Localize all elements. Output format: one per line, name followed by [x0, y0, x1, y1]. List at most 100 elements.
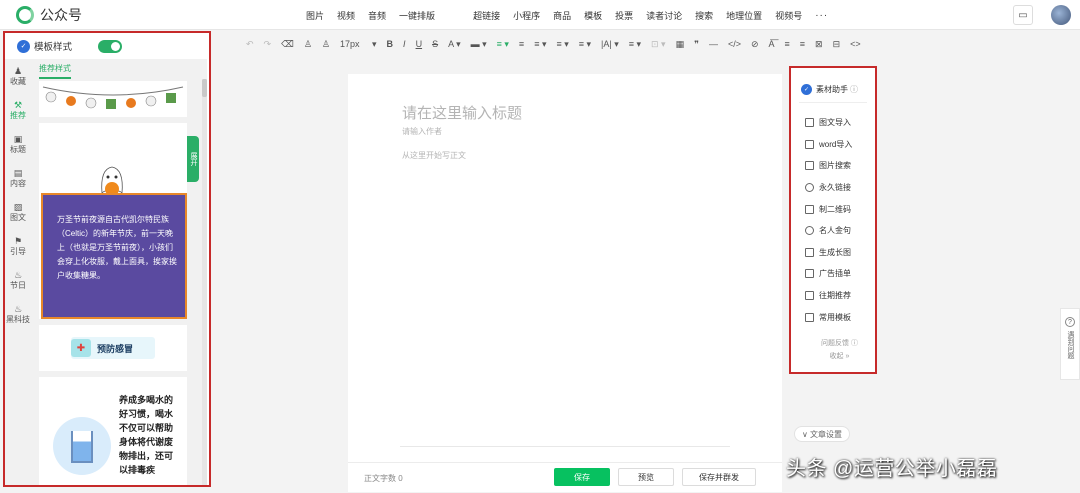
fullscreen-icon[interactable]: ⊠: [815, 39, 823, 50]
redo-icon[interactable]: ↷: [264, 39, 272, 50]
top-bar: 公众号 图片 视频 音频 一键排版 超链接 小程序 商品 模板 投票 读者讨论 …: [0, 0, 1080, 30]
tool-past-recommend[interactable]: 往期推荐: [805, 285, 852, 307]
table-icon[interactable]: ▦: [676, 39, 685, 50]
insert-audio[interactable]: 音频: [368, 9, 386, 22]
user-icon: ♟: [13, 65, 23, 76]
nav-favorites[interactable]: ♟ 收藏: [5, 59, 31, 93]
top-right-area: ▭: [1013, 5, 1071, 25]
insert-image[interactable]: 图片: [306, 9, 324, 22]
list-icon[interactable]: ≡ ▾: [629, 39, 641, 50]
history-icon: [805, 291, 814, 301]
insert-reader-discussion[interactable]: 读者讨论: [646, 9, 682, 22]
undo-icon[interactable]: ↶: [246, 39, 254, 50]
strikethrough-icon[interactable]: S: [432, 39, 438, 49]
phone-preview-icon[interactable]: ▭: [1013, 5, 1033, 25]
image-box-icon[interactable]: ⊟: [833, 39, 841, 50]
feedback-link[interactable]: 问题反馈 ⓘ: [821, 337, 858, 350]
avatar[interactable]: [1051, 5, 1071, 25]
paragraph-before-icon[interactable]: ≡ ▾: [556, 39, 568, 50]
insert-template[interactable]: 模板: [584, 9, 602, 22]
template-card-cold[interactable]: ✚ 预防感冒: [39, 325, 187, 371]
insert-product[interactable]: 商品: [553, 9, 571, 22]
letter-spacing-icon[interactable]: |A| ▾: [601, 39, 619, 50]
one-click-layout[interactable]: 一键排版: [399, 9, 435, 22]
nav-recommended[interactable]: ⚒ 推荐: [5, 93, 31, 127]
nav-heading[interactable]: ▣ 标题: [5, 127, 31, 161]
author-input[interactable]: 请输入作者: [402, 126, 442, 137]
save-publish-button[interactable]: 保存并群发: [682, 468, 756, 486]
template-card-water[interactable]: 养成多喝水的好习惯，喝水不仅可以帮助身体将代谢废物排出，还可以排毒疾: [39, 377, 187, 485]
more-menu[interactable]: ···: [815, 10, 828, 21]
medical-kit-icon: ✚: [71, 339, 91, 357]
body-editor[interactable]: 从这里开始写正文: [402, 150, 466, 161]
insert-vote[interactable]: 投票: [615, 9, 633, 22]
tool-article-import[interactable]: 图文导入: [805, 112, 852, 134]
outdent-icon[interactable]: ≡: [800, 39, 805, 49]
insert-video[interactable]: 视频: [337, 9, 355, 22]
indent-icon[interactable]: ≡: [519, 39, 524, 49]
template-panel-title: 模板样式: [34, 42, 73, 53]
save-button[interactable]: 保存: [554, 468, 610, 486]
line-height-icon[interactable]: ≡ ▾: [534, 39, 546, 50]
article-settings-button[interactable]: ∨ 文章设置: [794, 426, 850, 442]
app-logo[interactable]: 公众号: [16, 6, 82, 24]
tool-word-import[interactable]: word导入: [805, 134, 852, 156]
background-color-icon[interactable]: ▬ ▾: [471, 39, 487, 50]
tab-recommended-styles[interactable]: 推荐样式: [39, 63, 71, 79]
collapse-label: 收起: [829, 353, 844, 360]
nav-guide[interactable]: ⚑ 引导: [5, 229, 31, 263]
template-tabs: 推荐样式: [31, 59, 207, 79]
insert-search[interactable]: 搜索: [695, 9, 713, 22]
preview-button[interactable]: 预览: [618, 468, 674, 486]
word-file-icon: [805, 139, 814, 149]
nav-image-text[interactable]: ▨ 图文: [5, 195, 31, 229]
template-toggle[interactable]: [98, 39, 123, 53]
quote-person-icon: [805, 226, 814, 236]
nav-content[interactable]: ▤ 内容: [5, 161, 31, 195]
bold-icon[interactable]: B: [387, 39, 394, 49]
font-color-icon[interactable]: A ▾: [448, 39, 461, 50]
insert-channels[interactable]: 视频号: [775, 9, 802, 22]
border-icon[interactable]: ⊡ ▾: [651, 39, 666, 50]
tool-label: 常用模板: [819, 312, 851, 322]
tool-permalink[interactable]: 永久链接: [805, 177, 852, 199]
insert-hyperlink[interactable]: 超链接: [473, 9, 500, 22]
template-panel-header: ✓ 模板样式: [5, 33, 209, 59]
font-size-select[interactable]: 17px ▾: [340, 39, 377, 50]
insert-location[interactable]: 地理位置: [726, 9, 762, 22]
paragraph-after-icon[interactable]: ≡ ▾: [579, 39, 591, 50]
template-scrollbar[interactable]: [202, 79, 207, 485]
insert-mini-program[interactable]: 小程序: [513, 9, 540, 22]
template-card-halloween[interactable]: 万圣节前夜源自古代凯尔特民族（Celtic）的新年节庆，前一天晚上（也就是万圣节…: [39, 123, 187, 319]
nav-tech[interactable]: ♨ 黑科技: [5, 297, 31, 331]
template-card-bunting[interactable]: [39, 81, 187, 117]
quote-icon[interactable]: ❞: [694, 39, 699, 50]
tool-label: word导入: [819, 139, 853, 149]
tool-long-image[interactable]: 生成长图: [805, 242, 852, 264]
align-icon[interactable]: ≡ ▾: [497, 39, 509, 50]
format-painter-icon[interactable]: ♙: [304, 39, 312, 50]
tool-quotes[interactable]: 名人金句: [805, 220, 852, 242]
first-line-indent-icon[interactable]: ≡: [785, 39, 790, 49]
clear-format-icon[interactable]: ♙: [322, 39, 330, 50]
html-icon[interactable]: <>: [850, 39, 861, 49]
underline-icon[interactable]: U: [416, 39, 423, 49]
tool-qr-code[interactable]: 制二维码: [805, 198, 852, 220]
collapse-link[interactable]: 收起 »: [821, 350, 858, 363]
expand-panel-button[interactable]: 展开: [187, 136, 199, 182]
tool-common-templates[interactable]: 常用模板: [805, 306, 852, 328]
template-scroll-thumb[interactable]: [202, 79, 207, 97]
halloween-bunting-icon: [42, 86, 184, 109]
divider-icon[interactable]: —: [709, 39, 718, 49]
formula-icon[interactable]: ⊘: [751, 39, 759, 50]
italic-icon[interactable]: I: [403, 39, 406, 49]
help-icon[interactable]: ⓘ: [850, 84, 858, 95]
tool-ad-insert[interactable]: 广告插单: [805, 263, 852, 285]
title-input[interactable]: 请在这里输入标题: [402, 102, 522, 123]
help-tab[interactable]: ? 遇到问题: [1060, 308, 1080, 380]
nav-festival[interactable]: ♨ 节日: [5, 263, 31, 297]
tool-image-search[interactable]: 图片搜索: [805, 155, 852, 177]
eraser-icon[interactable]: ⌫: [281, 39, 294, 50]
text-style-icon[interactable]: A͞: [769, 39, 775, 49]
code-icon[interactable]: </>: [728, 39, 741, 49]
